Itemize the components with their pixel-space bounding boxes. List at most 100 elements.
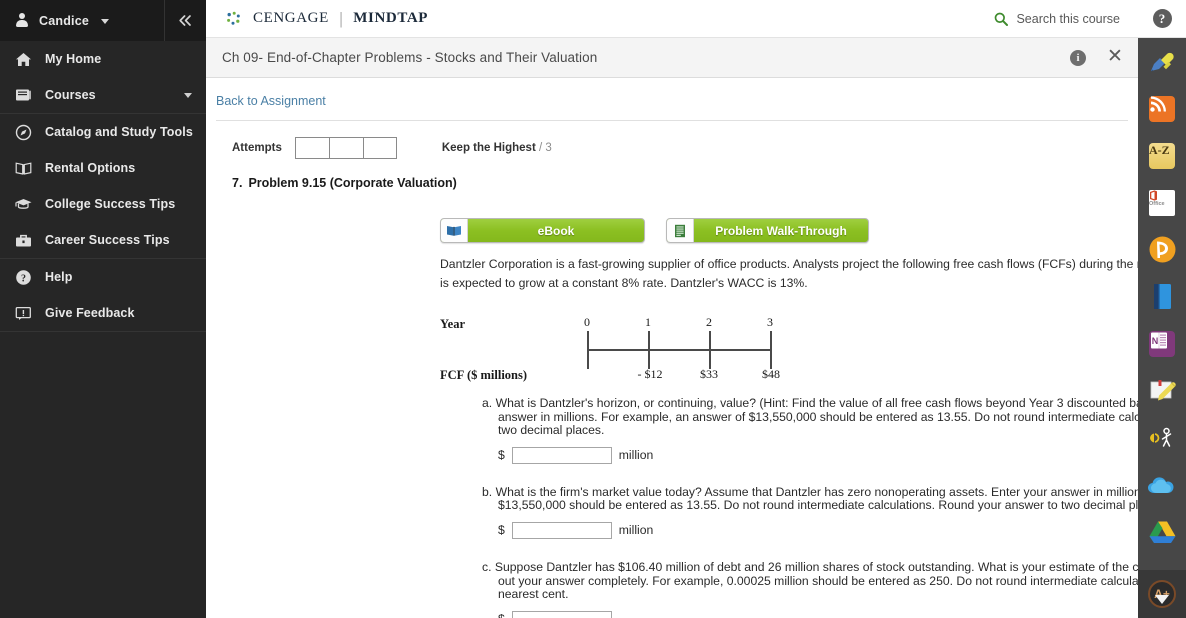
question-letter: c. — [482, 559, 492, 574]
content: Back to Assignment Attempts Keep the Hig… — [206, 78, 1138, 618]
attempts-label: Attempts — [232, 142, 282, 154]
sidebar-item-label: Catalog and Study Tools — [45, 125, 193, 139]
info-icon[interactable]: i — [1070, 49, 1086, 66]
unit-label: million — [618, 523, 654, 538]
timeline-fcf-2: $33 — [700, 367, 718, 381]
question-circle-icon: ? — [1152, 9, 1172, 28]
collapse-sidebar-button[interactable] — [164, 0, 206, 41]
sidebar-item-help[interactable]: ? Help — [0, 259, 206, 295]
feedback-icon — [15, 305, 32, 322]
top-bar: CENGAGE | MINDTAP Search this course — [206, 0, 1138, 38]
rss-icon — [1149, 95, 1175, 122]
sidebar-group-2: Catalog and Study Tools Rental Options C… — [0, 114, 206, 259]
timeline-tick — [770, 331, 772, 369]
book-icon — [15, 87, 32, 104]
left-sidebar: Candice My Home Courses Catalog and Stud… — [0, 0, 206, 618]
dollar-sign: $ — [498, 523, 505, 538]
question-text: a. What is Dantzler's horizon, or contin… — [482, 396, 1138, 438]
chevron-down-icon — [101, 19, 110, 24]
question-b: b. What is the firm's market value today… — [482, 485, 1138, 539]
timeline-fcf-1: - $12 — [637, 367, 663, 381]
sidebar-item-career-success-tips[interactable]: Career Success Tips — [0, 222, 206, 258]
app-root: Candice My Home Courses Catalog and Stud… — [0, 0, 1186, 618]
sidebar-item-label: Give Feedback — [45, 306, 135, 320]
tool-read-aloud[interactable] — [1138, 414, 1186, 461]
google-drive-icon — [1149, 520, 1176, 544]
question-text: b. What is the firm's market value today… — [482, 485, 1138, 513]
tool-onenote[interactable]: N — [1138, 320, 1186, 367]
svg-text:N: N — [1152, 336, 1159, 346]
tool-google-drive[interactable] — [1138, 508, 1186, 555]
user-name: Candice — [39, 13, 90, 28]
fcf-timeline: Year FCF ($ millions) 0 1 2 3 - $12 $33 … — [440, 311, 840, 383]
search-input[interactable]: Search this course — [994, 12, 1120, 26]
brand-logo-area[interactable]: CENGAGE | MINDTAP — [224, 9, 428, 29]
tool-blackboard[interactable] — [1138, 226, 1186, 273]
timeline-year-0: 0 — [584, 315, 590, 329]
user-bar: Candice — [0, 0, 206, 41]
sidebar-item-give-feedback[interactable]: Give Feedback — [0, 295, 206, 331]
ebook-button[interactable]: eBook — [440, 218, 645, 243]
tool-office[interactable]: Office — [1138, 179, 1186, 226]
tool-notes[interactable] — [1138, 367, 1186, 414]
answer-input-b[interactable] — [511, 521, 612, 539]
brand-separator: | — [338, 8, 344, 28]
svg-text:?: ? — [21, 273, 26, 284]
brand-primary: CENGAGE — [253, 10, 329, 26]
timeline-fcf-label: FCF ($ millions) — [440, 368, 528, 382]
tool-highlighter[interactable] — [1138, 38, 1186, 85]
user-menu[interactable]: Candice — [0, 13, 164, 28]
blue-book-icon — [1152, 283, 1173, 310]
question-body: Suppose Dantzler has $106.40 million of … — [494, 559, 1138, 602]
tool-rss[interactable] — [1138, 85, 1186, 132]
back-to-assignment-link[interactable]: Back to Assignment — [206, 94, 326, 108]
assignment-actions: i ✕ — [1070, 47, 1124, 67]
tool-dictionary[interactable]: A-Z — [1138, 132, 1186, 179]
tool-blue-book[interactable] — [1138, 273, 1186, 320]
search-icon — [994, 12, 1009, 26]
sidebar-item-courses[interactable]: Courses — [0, 77, 206, 113]
problem-walkthrough-button[interactable]: Problem Walk-Through — [666, 218, 869, 243]
assignment-bar: Ch 09- End-of-Chapter Problems - Stocks … — [206, 38, 1138, 78]
tool-onedrive[interactable] — [1138, 461, 1186, 508]
onedrive-icon — [1147, 475, 1177, 495]
sidebar-item-my-home[interactable]: My Home — [0, 41, 206, 77]
answer-row: $ — [482, 610, 1138, 618]
right-toolbar: ? A-Z Office N A+ — [1138, 0, 1186, 618]
content-scroll-area[interactable]: Back to Assignment Attempts Keep the Hig… — [206, 78, 1138, 618]
dollar-sign: $ — [498, 612, 505, 618]
sidebar-item-label: My Home — [45, 52, 102, 66]
onenote-icon: N — [1149, 330, 1175, 357]
sidebar-item-catalog-and-study-tools[interactable]: Catalog and Study Tools — [0, 114, 206, 150]
resource-button-row: eBook Problem Walk-Through — [440, 218, 1138, 243]
open-book-icon — [441, 219, 468, 242]
cengage-logo-icon — [224, 9, 244, 29]
chevron-down-icon — [184, 93, 192, 98]
answer-input-c[interactable] — [511, 610, 612, 618]
timeline-tick — [709, 331, 711, 369]
home-icon — [15, 51, 32, 68]
sidebar-item-label: Career Success Tips — [45, 233, 170, 247]
keep-highest-text: Keep the Highest — [441, 142, 536, 154]
timeline-year-label: Year — [440, 317, 465, 331]
unit-label: million — [618, 448, 654, 463]
compass-icon — [15, 124, 32, 141]
scroll-down-button[interactable]: A+ — [1138, 570, 1186, 618]
sidebar-item-rental-options[interactable]: Rental Options — [0, 150, 206, 186]
read-aloud-icon — [1148, 426, 1176, 450]
question-c: c. Suppose Dantzler has $106.40 million … — [482, 559, 1138, 618]
sidebar-group-3: ? Help Give Feedback — [0, 259, 206, 332]
graduation-cap-icon — [15, 196, 32, 213]
close-icon[interactable]: ✕ — [1106, 47, 1124, 67]
help-button[interactable]: ? — [1138, 0, 1186, 38]
answer-row: $ million — [482, 446, 1138, 464]
question-text: c. Suppose Dantzler has $106.40 million … — [482, 559, 1138, 602]
highlighter-icon — [1148, 49, 1176, 75]
open-book-icon — [15, 160, 32, 177]
answer-input-a[interactable] — [511, 446, 612, 464]
attempts-row: Attempts Keep the Highest / 3 — [232, 137, 1138, 159]
question-a: a. What is Dantzler's horizon, or contin… — [482, 396, 1138, 464]
sidebar-item-college-success-tips[interactable]: College Success Tips — [0, 186, 206, 222]
dictionary-icon: A-Z — [1149, 142, 1175, 169]
notes-icon — [1149, 379, 1176, 402]
